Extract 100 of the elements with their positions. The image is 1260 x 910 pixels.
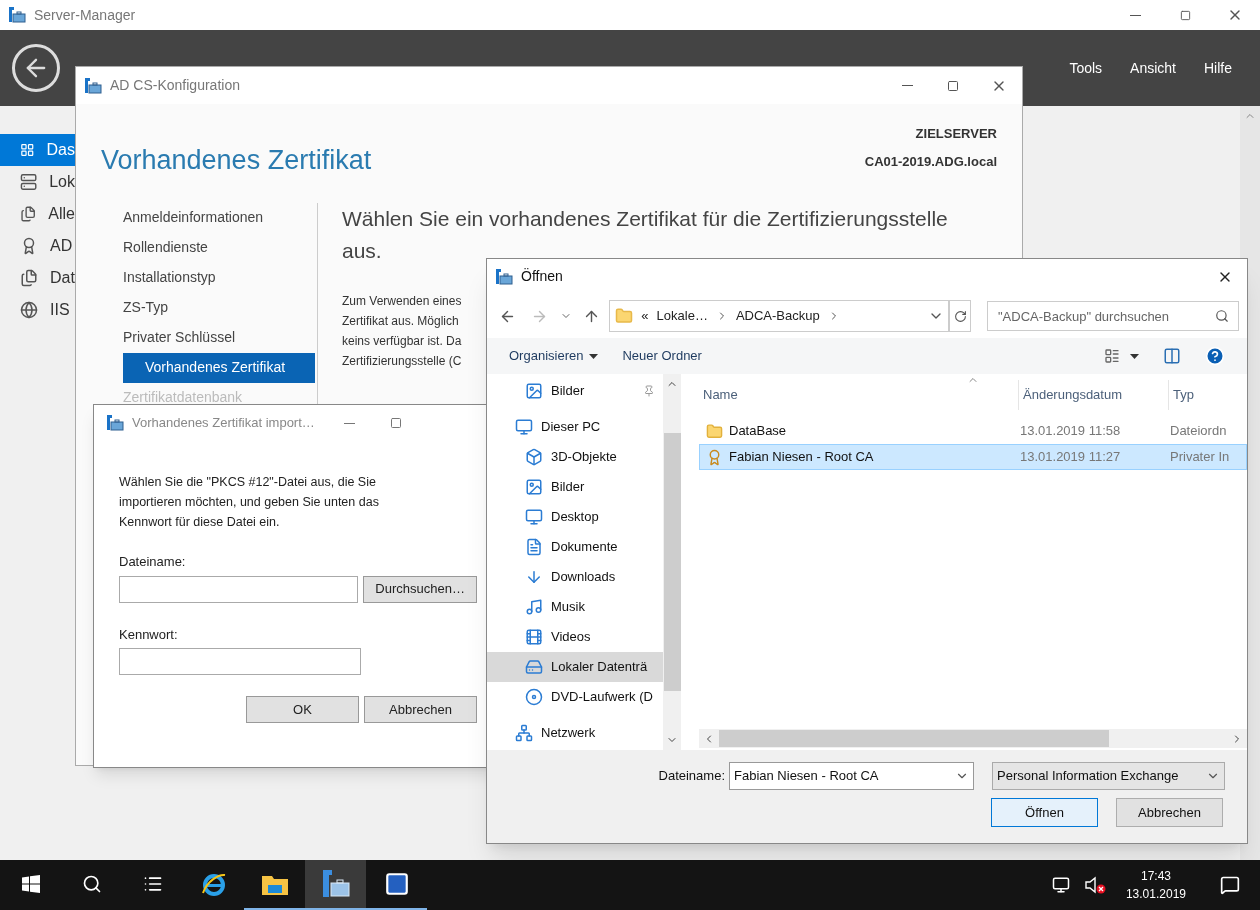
refresh-icon — [953, 309, 967, 323]
film-icon — [525, 628, 543, 646]
drive-icon — [525, 658, 543, 676]
nav-item[interactable]: Bilder — [487, 472, 663, 502]
refresh-button[interactable] — [949, 300, 971, 332]
field-label: Dateiname: — [658, 767, 725, 786]
column-header[interactable]: Name — [699, 380, 1019, 410]
toolbar-button[interactable]: Neuer Ordner — [622, 346, 702, 366]
wizard-step: Zertifikatdatenbank — [123, 382, 315, 413]
description-text: keins verfügbar ist. Da — [342, 332, 462, 350]
notification-icon — [1220, 875, 1240, 895]
music-note-icon — [525, 598, 543, 616]
column-header[interactable]: Änderungsdatum — [1019, 380, 1169, 410]
table-cell-text: Dateiordn — [1170, 422, 1227, 441]
wizard-step[interactable]: Rollendienste — [123, 232, 315, 263]
app-icon — [106, 415, 124, 431]
address-bar[interactable]: « Lokale… ADCA-Backup — [609, 300, 950, 332]
target-label: ZIELSERVER — [915, 125, 997, 143]
app-icon — [495, 268, 513, 285]
sidebar-icon — [20, 141, 35, 159]
search-icon — [81, 874, 102, 894]
file-row[interactable]: DataBase 13.01.2019 11:58 Dateiordn — [699, 418, 1247, 444]
dialog-button[interactable]: Abbrechen — [1116, 798, 1223, 827]
file-type-dropdown[interactable]: Personal Information Exchange — [992, 762, 1225, 790]
picture-icon — [525, 478, 543, 496]
muted-speaker-icon — [1083, 876, 1106, 894]
sidebar-item[interactable]: Alle — [0, 198, 75, 230]
search-icon — [1215, 309, 1229, 323]
page-heading: Vorhandenes Zertifikat — [101, 144, 372, 177]
filename-field[interactable] — [119, 575, 359, 603]
nav-item[interactable]: Musik — [487, 592, 663, 622]
filename-field[interactable]: Fabian Niesen - Root CA — [729, 762, 974, 790]
sidebar-icon — [20, 173, 38, 191]
sidebar-icon — [20, 205, 37, 223]
breadcrumb[interactable]: Lokale… — [656, 306, 708, 326]
view-button[interactable] — [1104, 348, 1139, 364]
nav-item[interactable]: 3D-Objekte — [487, 442, 663, 472]
sidebar-item[interactable]: IIS — [0, 294, 75, 326]
window-title: Vorhandenes Zertifikat import… — [132, 414, 315, 433]
disc-icon — [525, 688, 543, 706]
maximize-icon — [389, 417, 402, 429]
wizard-step[interactable]: Anmeldeinformationen — [123, 202, 315, 233]
clock-time: 17:43 — [1140, 868, 1171, 885]
sidebar-item[interactable]: Das — [0, 134, 75, 166]
table-cell-text: Privater In — [1170, 448, 1230, 467]
minimize-icon — [344, 422, 356, 424]
task-view-icon — [142, 874, 163, 894]
menu-item[interactable]: Tools — [1069, 57, 1103, 79]
toolbar-button[interactable]: Organisieren — [509, 346, 599, 366]
sidebar-item[interactable]: AD — [0, 230, 75, 262]
search-field[interactable]: "ADCA-Backup" durchsuchen — [987, 301, 1239, 331]
back-button[interactable] — [12, 44, 60, 92]
nav-item[interactable]: Dieser PC — [487, 412, 663, 442]
file-row[interactable]: Fabian Niesen - Root CA 13.01.2019 11:27 Privater In — [699, 444, 1247, 470]
wizard-step[interactable]: Installationstyp — [123, 262, 315, 293]
pane-icon — [1163, 347, 1181, 365]
clock-date: 13.01.2019 — [1125, 886, 1186, 903]
preview-pane-button[interactable] — [1163, 347, 1181, 365]
table-cell-text: 13.01.2019 11:58 — [1020, 422, 1122, 441]
breadcrumb[interactable]: « — [641, 306, 649, 326]
browse-button[interactable]: Durchsuchen… — [363, 575, 477, 603]
app-icon — [84, 77, 102, 94]
nav-item[interactable]: DVD-Laufwerk (D — [487, 682, 663, 712]
window-title: AD CS-Konfiguration — [110, 76, 240, 95]
picture-icon — [525, 382, 543, 400]
description-text: Zertifizierungsstelle (C — [342, 352, 462, 370]
nav-item[interactable]: Downloads — [487, 562, 663, 592]
sidebar-item[interactable]: Lok — [0, 166, 75, 198]
nav-item[interactable]: Videos — [487, 622, 663, 652]
field-label: Kennwort: — [119, 625, 178, 644]
dialog-button[interactable]: OK — [246, 696, 359, 723]
table-cell-text: Fabian Niesen - Root CA — [729, 448, 874, 467]
windows-icon — [21, 875, 40, 893]
password-field[interactable] — [119, 648, 361, 675]
nav-item[interactable]: Desktop — [487, 502, 663, 532]
app-icon — [8, 7, 26, 23]
minimize-icon — [1129, 14, 1141, 16]
dialog-button[interactable]: Abbrechen — [364, 696, 477, 723]
server-manager-icon — [320, 870, 351, 898]
caret-icon — [589, 353, 599, 359]
restore-icon — [1179, 9, 1191, 21]
folder-icon — [706, 422, 723, 440]
breadcrumb[interactable]: ADCA-Backup — [735, 306, 820, 326]
description-text: Zertifikat aus. Möglich — [342, 312, 459, 330]
wizard-step[interactable]: Vorhandenes Zertifikat — [123, 352, 315, 383]
menu-item[interactable]: Hilfe — [1204, 57, 1232, 79]
nav-item[interactable]: Lokaler Datenträ — [487, 652, 663, 682]
taskbar-button[interactable] — [305, 860, 366, 910]
minimize-icon — [901, 85, 913, 86]
wizard-step[interactable]: Privater Schlüssel — [123, 322, 315, 353]
wizard-step[interactable]: ZS-Typ — [123, 292, 315, 323]
help-button[interactable] — [1205, 346, 1225, 366]
column-header[interactable]: Typ — [1169, 380, 1247, 410]
nav-item[interactable]: Dokumente — [487, 532, 663, 562]
sidebar-item[interactable]: Dat — [0, 262, 75, 294]
menu-item[interactable]: Ansicht — [1130, 57, 1176, 79]
nav-item[interactable]: Netzwerk — [487, 718, 663, 748]
prompt-text: Wählen Sie ein vorhandenes Zertifikat für die Zertifizierungsstelle aus. — [342, 205, 949, 264]
nav-item[interactable]: Bilder — [487, 376, 663, 406]
dialog-button[interactable]: Öffnen — [991, 798, 1098, 827]
